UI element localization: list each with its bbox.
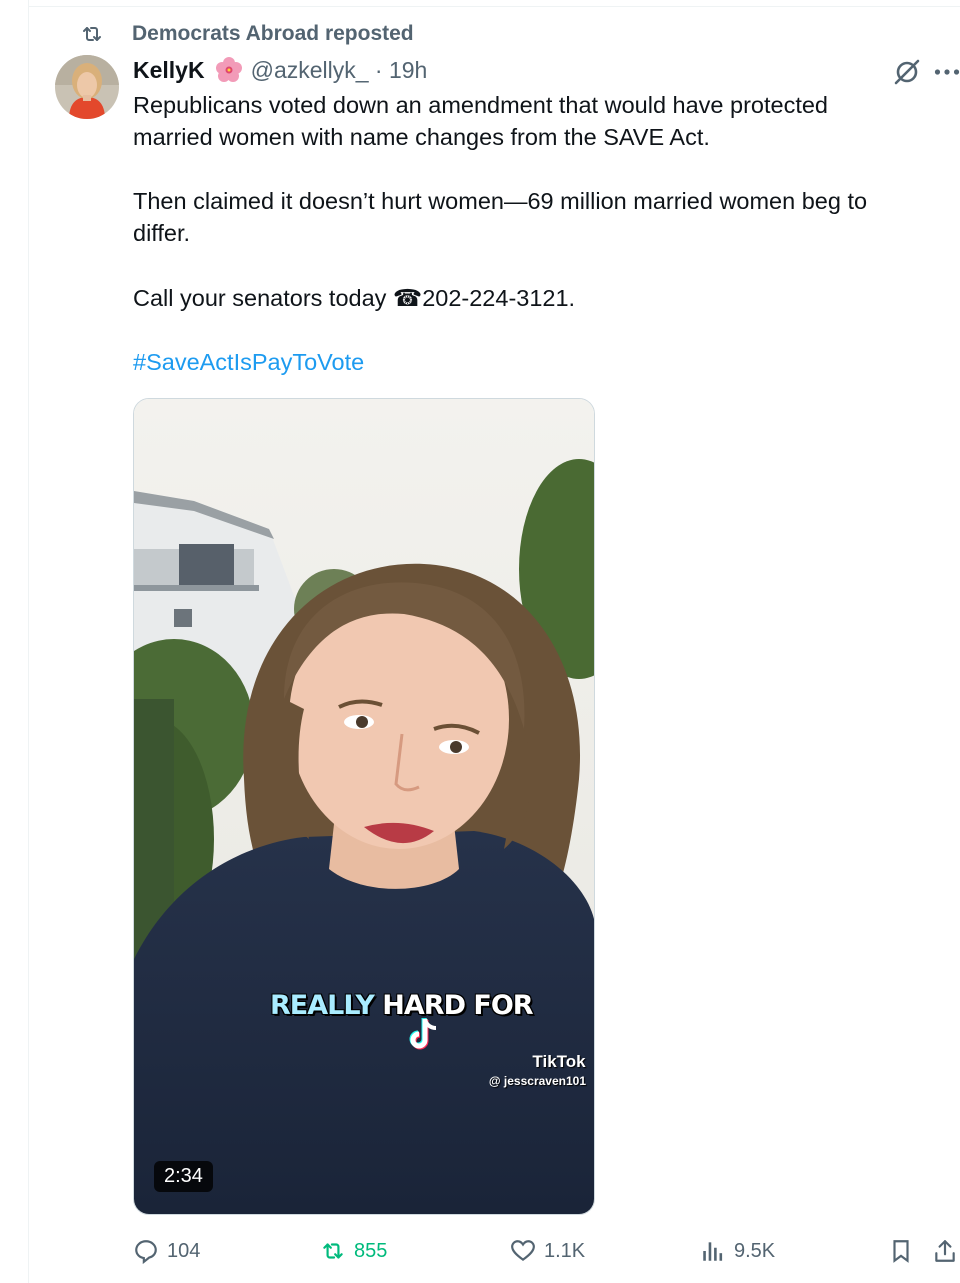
timeline-border [28,0,29,1283]
tweet-text-line: differ. [133,220,191,246]
tweet-text-line: married women with name changes from the… [133,124,710,150]
tweet-text-line: Call your senators today ☎202-224-3121. [133,285,576,311]
tiktok-brand: TikTok [532,1052,586,1071]
reply-button[interactable]: 104 [133,1236,200,1266]
hibiscus-icon [215,57,242,82]
author-handle-time[interactable]: @azkellyk_ · 19h [251,57,428,84]
caption-word-highlight: REALLY [270,990,375,1021]
like-count: 1.1K [544,1239,586,1262]
tweet-text-line: Then claimed it doesn’t hurt women—69 mi… [133,188,868,214]
grok-button[interactable] [890,55,924,89]
heart-icon [511,1240,535,1261]
tiktok-handle: @ jesscraven101 [488,1074,586,1088]
tweet-text-line: Republicans voted down an amendment that… [133,92,829,118]
like-button[interactable]: 1.1K [510,1236,585,1266]
reply-icon [135,1240,157,1264]
tiktok-icon [409,1018,437,1050]
repost-banner[interactable]: Democrats Abroad reposted [80,20,414,48]
caption-word: HARD FOR [373,990,533,1021]
avatar[interactable] [55,55,119,119]
video-player[interactable]: 2:34 [133,398,595,1215]
tweet-header: KellyK @azkellyk_ · 19h [133,52,427,88]
views-button[interactable]: 9.5K [700,1236,775,1266]
more-icon [934,69,960,75]
author-name[interactable]: KellyK [133,57,205,84]
more-button[interactable] [932,55,960,89]
repost-button[interactable]: 855 [320,1236,387,1266]
repost-banner-text: Democrats Abroad reposted [132,22,414,45]
repost-icon [323,1243,343,1259]
reply-count: 104 [167,1239,201,1262]
repost-icon [83,27,101,41]
bookmark-icon [893,1240,909,1263]
video-thumbnail [134,399,594,1214]
views-icon [703,1242,723,1261]
share-icon [935,1240,955,1262]
grok-icon [894,59,920,85]
timeline-divider [28,6,960,7]
video-caption: REALLY HARD FOR [270,990,534,1021]
views-count: 9.5K [734,1239,776,1262]
video-duration-badge: 2:34 [154,1161,213,1192]
repost-count: 855 [354,1239,388,1262]
bookmark-button[interactable] [888,1236,922,1266]
share-button[interactable] [932,1236,960,1266]
hashtag-link[interactable]: #SaveActIsPayToVote [133,346,364,378]
